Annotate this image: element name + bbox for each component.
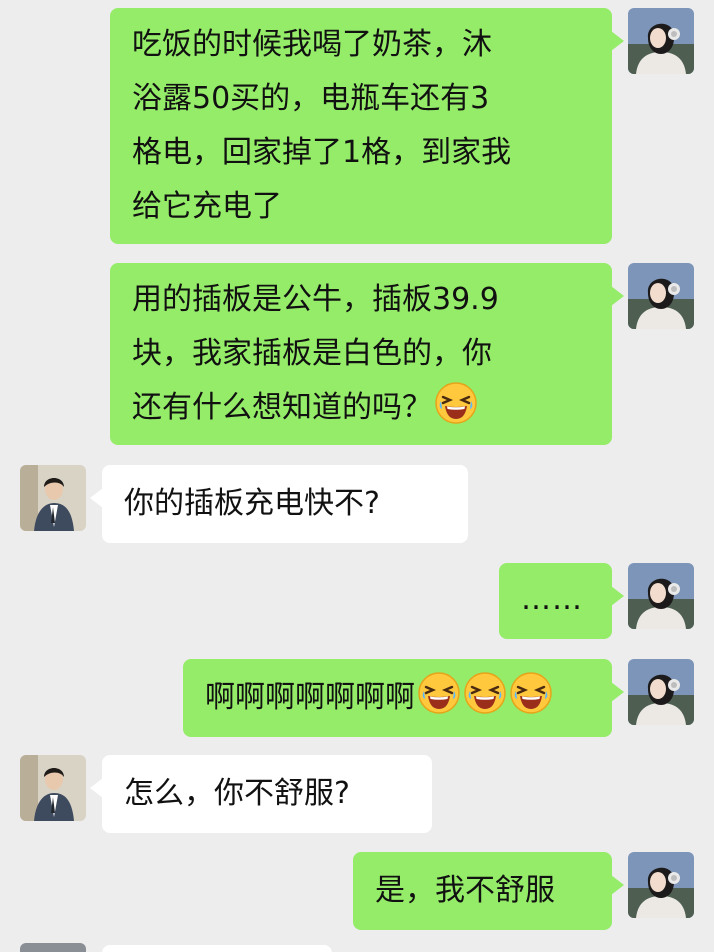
message-bubble-outgoing[interactable]: 吃饭的时候我喝了奶茶，沐 浴露50买的，电瓶车还有3 格电，回家掉了1格，到家我… xyxy=(110,8,624,244)
message-bubble-incoming-partial xyxy=(102,945,332,952)
message-row-outgoing: 吃饭的时候我喝了奶茶，沐 浴露50买的，电瓶车还有3 格电，回家掉了1格，到家我… xyxy=(0,8,714,244)
message-text-line: 怎么，你不舒服? xyxy=(124,776,350,811)
message-row-outgoing: 啊啊啊啊啊啊啊 xyxy=(0,659,714,737)
my-avatar[interactable] xyxy=(628,659,694,725)
message-text: 还有什么想知道的吗？ xyxy=(132,390,432,425)
message-bubble-incoming[interactable]: 你的插板充电快不? xyxy=(90,465,468,543)
man-in-suit-avatar xyxy=(20,465,86,531)
message-bubble-outgoing[interactable]: 用的插板是公牛，插板39.9 块，我家插板是白色的，你 还有什么想知道的吗？ xyxy=(110,263,624,445)
their-avatar-partial xyxy=(20,943,86,952)
message-row-outgoing: …… xyxy=(0,563,714,639)
message-row-outgoing: 用的插板是公牛，插板39.9 块，我家插板是白色的，你 还有什么想知道的吗？ xyxy=(0,263,714,445)
message-text-line: 还有什么想知道的吗？ xyxy=(132,381,590,435)
message-bubble-outgoing[interactable]: …… xyxy=(499,563,624,639)
their-avatar[interactable] xyxy=(20,755,86,821)
girl-with-headphones-avatar xyxy=(628,563,694,629)
message-text-line: 是，我不舒服 xyxy=(375,873,555,908)
message-text-line: 浴露50买的，电瓶车还有3 xyxy=(132,81,490,116)
message-text-line: 用的插板是公牛，插板39.9 xyxy=(132,282,499,317)
laughing-emoji-icon xyxy=(434,381,478,425)
laughing-emoji-icon xyxy=(463,671,507,715)
man-in-suit-avatar xyxy=(20,755,86,821)
girl-with-headphones-avatar xyxy=(628,852,694,918)
message-bubble-incoming[interactable]: 怎么，你不舒服? xyxy=(90,755,432,833)
message-row-incoming: 怎么，你不舒服? xyxy=(0,755,714,833)
my-avatar[interactable] xyxy=(628,852,694,918)
message-text-line: 块，我家插板是白色的，你 xyxy=(132,336,492,371)
my-avatar[interactable] xyxy=(628,263,694,329)
their-avatar[interactable] xyxy=(20,465,86,531)
message-text-line: 格电，回家掉了1格，到家我 xyxy=(132,135,512,170)
message-text-line: 啊啊啊啊啊啊啊 xyxy=(205,671,612,725)
message-text: 啊啊啊啊啊啊啊 xyxy=(205,680,415,715)
message-row-incoming: 你的插板充电快不? xyxy=(0,465,714,543)
message-bubble-outgoing[interactable]: 啊啊啊啊啊啊啊 xyxy=(183,659,624,737)
my-avatar[interactable] xyxy=(628,8,694,74)
girl-with-headphones-avatar xyxy=(628,263,694,329)
message-text-line: 给它充电了 xyxy=(132,189,282,224)
message-row-outgoing: 是，我不舒服 xyxy=(0,852,714,930)
message-text-line: 你的插板充电快不? xyxy=(124,486,380,521)
girl-with-headphones-avatar xyxy=(628,8,694,74)
laughing-emoji-icon xyxy=(509,671,553,715)
laughing-emoji-icon xyxy=(417,671,461,715)
my-avatar[interactable] xyxy=(628,563,694,629)
girl-with-headphones-avatar xyxy=(628,659,694,725)
chat-view: 吃饭的时候我喝了奶茶，沐 浴露50买的，电瓶车还有3 格电，回家掉了1格，到家我… xyxy=(0,0,714,952)
message-text-line: …… xyxy=(521,582,583,617)
message-bubble-outgoing[interactable]: 是，我不舒服 xyxy=(353,852,624,930)
message-text-line: 吃饭的时候我喝了奶茶，沐 xyxy=(132,27,492,62)
